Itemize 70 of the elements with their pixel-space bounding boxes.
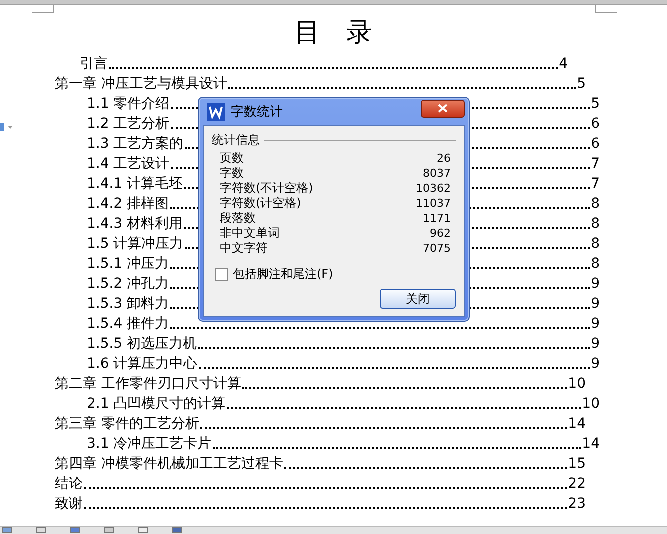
marker-icon xyxy=(0,123,14,131)
stat-label: 中文字符 xyxy=(220,240,268,257)
toc-entry: 3.1 冷冲压工艺卡片 xyxy=(87,436,212,452)
group-title: 统计信息 xyxy=(212,132,260,149)
toc-entry: 1.4.1 计算毛坯 xyxy=(87,176,184,192)
document-title: 目 录 xyxy=(294,17,373,50)
checkbox[interactable] xyxy=(215,268,228,281)
app-icon xyxy=(207,102,225,120)
stat-value: 11037 xyxy=(416,197,451,210)
page-number: 8 xyxy=(591,216,600,232)
page-number: 23 xyxy=(568,496,586,512)
page-number: 7 xyxy=(591,156,600,172)
toc-entry: 引言 xyxy=(80,56,108,72)
page-number: 7 xyxy=(591,176,600,192)
toc-entry: 1.2 工艺分析 xyxy=(87,116,170,132)
page-number: 9 xyxy=(591,316,600,332)
stat-label: 字数 xyxy=(220,165,244,182)
stat-value: 10362 xyxy=(416,182,451,195)
close-dialog-button[interactable]: 关闭 xyxy=(380,289,456,309)
toc-entry: 1.4 工艺设计 xyxy=(87,156,170,172)
stat-label: 段落数 xyxy=(220,210,256,227)
toc-entry: 2.1 凸凹模尺寸的计算 xyxy=(87,396,226,412)
page-number: 15 xyxy=(568,456,586,472)
close-icon xyxy=(438,104,448,113)
toc-entry: 1.5.2 冲孔力 xyxy=(87,276,170,292)
toc-entry: 结论 xyxy=(55,476,83,492)
stat-value: 1171 xyxy=(423,212,451,225)
page-number: 10 xyxy=(582,396,600,412)
toc-entry: 1.4.3 材料利用 xyxy=(87,216,184,232)
toc-entry: 致谢 xyxy=(55,496,83,512)
stat-value: 26 xyxy=(437,152,451,165)
toc-entry: 第三章 零件的工艺分析 xyxy=(55,416,200,432)
page-number: 8 xyxy=(591,236,600,252)
page-number: 10 xyxy=(568,376,586,392)
page-number: 22 xyxy=(568,476,586,492)
close-button[interactable] xyxy=(421,100,465,118)
toc-entry: 第四章 冲模零件机械加工工艺过程卡 xyxy=(55,456,284,472)
toc-entry: 1.5.4 推件力 xyxy=(87,316,170,332)
page-number: 4 xyxy=(559,56,568,72)
toc-entry: 1.5.1 冲压力 xyxy=(87,256,170,272)
page-number: 5 xyxy=(591,96,600,112)
dialog-title: 字数统计 xyxy=(231,104,283,120)
toc-entry: 1.5.3 卸料力 xyxy=(87,296,170,312)
page-number: 14 xyxy=(582,436,600,452)
stat-label: 页数 xyxy=(220,150,244,166)
stat-value: 7075 xyxy=(423,242,451,255)
page-number: 6 xyxy=(591,116,600,132)
page-number: 5 xyxy=(577,76,586,92)
toc-entry: 第一章 冲压工艺与模具设计 xyxy=(55,76,228,92)
page-number: 9 xyxy=(591,336,600,352)
toc-entry: 1.6 计算压力中心 xyxy=(87,356,198,372)
page-number: 9 xyxy=(591,296,600,312)
checkbox-label: 包括脚注和尾注(F) xyxy=(233,266,334,283)
page-number: 6 xyxy=(591,136,600,152)
page-number: 9 xyxy=(591,356,600,372)
toc-entry: 1.5 计算冲压力 xyxy=(87,236,184,252)
toc-entry: 1.5.5 初选压力机 xyxy=(87,336,198,352)
page-number: 9 xyxy=(591,276,600,292)
stat-value: 8037 xyxy=(423,167,451,180)
stat-label: 非中文单词 xyxy=(220,225,280,242)
toc-entry: 1.1 零件介绍 xyxy=(87,96,170,112)
stat-value: 962 xyxy=(430,227,451,240)
page-number: 14 xyxy=(568,416,586,432)
stat-label: 字符数(计空格) xyxy=(220,195,302,212)
toc-entry: 第二章 工作零件刃口尺寸计算 xyxy=(55,376,242,392)
stat-label: 字符数(不计空格) xyxy=(220,180,314,196)
toc-entry: 1.4.2 排样图 xyxy=(87,196,170,212)
page-number: 8 xyxy=(591,256,600,272)
page-number: 8 xyxy=(591,196,600,212)
toc-entry: 1.3 工艺方案的 xyxy=(87,136,184,152)
